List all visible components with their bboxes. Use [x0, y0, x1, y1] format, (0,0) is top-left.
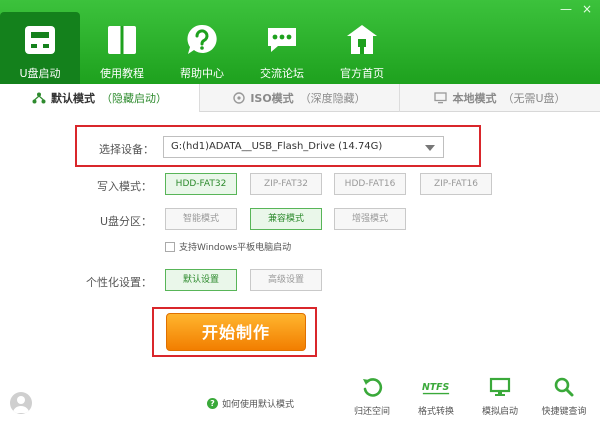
write-option-hdd-fat32[interactable]: HDD-FAT32 [165, 173, 237, 195]
chat-icon [268, 28, 296, 52]
help-link[interactable]: ? 如何使用默认模式 [207, 397, 294, 410]
close-button[interactable]: × [582, 3, 592, 15]
partition-option-enhanced[interactable]: 增强模式 [334, 208, 406, 230]
help-link-text: 如何使用默认模式 [222, 400, 295, 410]
minimize-button[interactable]: — [560, 3, 572, 15]
nav-help-center[interactable]: 帮助中心 [162, 12, 242, 84]
write-option-hdd-fat16[interactable]: HDD-FAT16 [334, 173, 406, 195]
nav-home[interactable]: 官方首页 [322, 12, 402, 84]
main-nav: U盘启动 使用教程 帮助中心 交流论坛 官方首页 [0, 12, 402, 84]
help-icon [187, 24, 217, 54]
device-label: 选择设备： [99, 143, 154, 156]
chevron-down-icon [425, 145, 435, 151]
tool-simulate-boot[interactable]: 模拟启动 [475, 376, 525, 417]
disc-icon [233, 92, 246, 104]
ntfs-icon: NTFS [422, 382, 450, 395]
avatar[interactable] [10, 392, 32, 414]
usb-drive-icon [25, 26, 55, 54]
question-icon: ? [207, 398, 218, 409]
partition-label: U盘分区： [99, 215, 152, 228]
restore-icon [363, 378, 383, 397]
nav-label: 帮助中心 [180, 67, 224, 80]
user-icon [13, 396, 29, 413]
tool-shortcut-lookup[interactable]: 快捷键查询 [539, 376, 589, 417]
tablet-boot-checkbox-row[interactable]: 支持Windows平板电脑启动 [165, 240, 291, 253]
tool-label: 快捷键查询 [541, 407, 587, 417]
nav-tutorial[interactable]: 使用教程 [82, 12, 162, 84]
tab-default-mode[interactable]: 默认模式 （隐藏启动） [0, 84, 199, 112]
ntfs-icon-text: NTFS [422, 382, 450, 393]
write-option-zip-fat32[interactable]: ZIP-FAT32 [250, 173, 322, 195]
home-icon [347, 25, 377, 54]
tablet-boot-checkbox-label: 支持Windows平板电脑启动 [179, 243, 292, 253]
write-option-zip-fat16[interactable]: ZIP-FAT16 [420, 173, 492, 195]
simulate-monitor-icon [489, 377, 511, 396]
tablet-boot-checkbox[interactable] [165, 241, 175, 252]
tool-label: 归还空间 [353, 407, 390, 417]
tool-label: 模拟启动 [481, 407, 518, 417]
tab-sub-label: （无需U盘） [502, 92, 566, 105]
custom-settings-label: 个性化设置： [86, 276, 152, 289]
custom-option-advanced[interactable]: 高级设置 [250, 269, 322, 291]
tab-sub-label: （隐藏启动） [101, 91, 167, 105]
tool-restore-space[interactable]: 归还空间 [347, 376, 397, 417]
tab-local-mode[interactable]: 本地模式 （无需U盘） [399, 84, 600, 112]
app-header: — × U盘启动 使用教程 帮助中心 交流论坛 官方首页 [0, 0, 600, 84]
mode-tabs: 默认模式 （隐藏启动） ISO模式 （深度隐藏） 本地模式 （无需U盘） [0, 84, 600, 112]
nav-label: U盘启动 [19, 67, 61, 80]
tab-main-label: 本地模式 [452, 92, 497, 105]
tab-iso-mode[interactable]: ISO模式 （深度隐藏） [199, 84, 399, 112]
nav-forum[interactable]: 交流论坛 [242, 12, 322, 84]
device-select-value: G:(hd1)ADATA__USB_Flash_Drive (14.74G) [171, 141, 383, 152]
device-select[interactable]: G:(hd1)ADATA__USB_Flash_Drive (14.74G) [163, 136, 444, 158]
tool-label: 格式转换 [417, 407, 454, 417]
book-icon [108, 26, 136, 54]
nav-usb-boot[interactable]: U盘启动 [0, 12, 80, 84]
write-mode-label: 写入模式： [97, 180, 152, 193]
nav-label: 交流论坛 [260, 67, 304, 80]
nav-label: 使用教程 [100, 67, 144, 80]
tool-format-convert[interactable]: NTFS 格式转换 [411, 376, 461, 417]
search-icon [554, 377, 574, 397]
tab-main-label: 默认模式 [51, 91, 95, 105]
monitor-icon [434, 92, 448, 104]
custom-option-default[interactable]: 默认设置 [165, 269, 237, 291]
tab-main-label: ISO模式 [250, 92, 294, 105]
partition-option-compatible[interactable]: 兼容模式 [250, 208, 322, 230]
partition-option-smart[interactable]: 智能模式 [165, 208, 237, 230]
start-button[interactable]: 开始制作 [166, 313, 306, 351]
tab-sub-label: （深度隐藏） [299, 92, 366, 105]
tree-icon [32, 92, 46, 104]
nav-label: 官方首页 [340, 67, 384, 80]
